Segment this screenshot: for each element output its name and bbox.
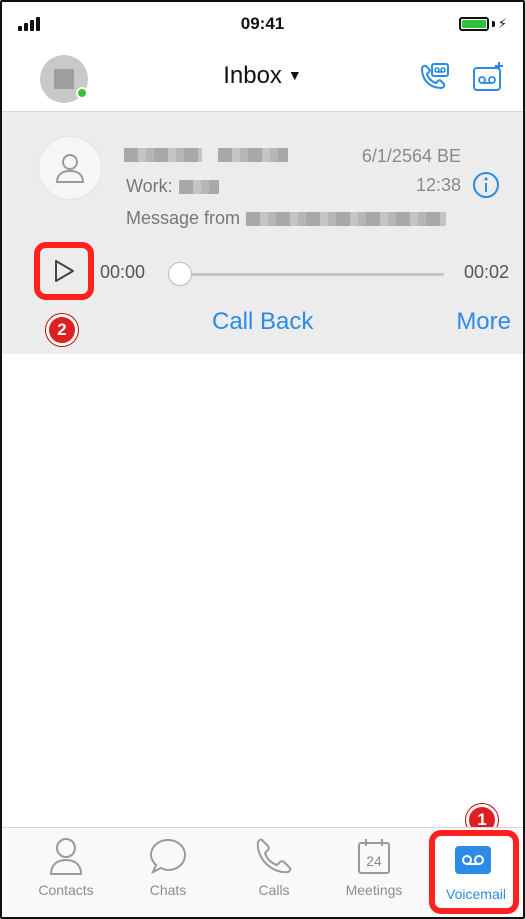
- tab-label-chats: Chats: [149, 882, 187, 898]
- tab-bar: Contacts Chats Calls 24 Meetings Voicema…: [2, 827, 523, 917]
- play-button[interactable]: [34, 242, 94, 300]
- work-number-redacted: [178, 179, 219, 194]
- phone-icon: [256, 838, 292, 874]
- playback-track[interactable]: [180, 273, 444, 276]
- tab-voicemail[interactable]: Voicemail: [429, 830, 519, 914]
- tab-contacts[interactable]: Contacts: [16, 836, 116, 898]
- tab-label-calls: Calls: [258, 882, 290, 898]
- voicemail-time: 12:38: [415, 175, 461, 195]
- status-time: 09:41: [240, 14, 285, 33]
- work-label: Work:: [126, 176, 173, 196]
- battery-icon: ⚡: [447, 16, 507, 32]
- voicemail-item[interactable]: Work: Message from 6/1/2564 BE 12:38 00:…: [2, 112, 523, 354]
- call-back-button[interactable]: Call Back: [212, 308, 313, 336]
- contact-name-redacted: [124, 146, 289, 164]
- tab-label-meetings: Meetings: [345, 882, 403, 898]
- tab-label-contacts: Contacts: [38, 882, 94, 898]
- work-number-row: Work:: [126, 176, 219, 197]
- contacts-icon: [49, 838, 83, 875]
- phone-screen: 09:41 ⚡ Inbox ▼ Work: Message from 6/1/2…: [0, 0, 525, 919]
- tab-label-voicemail: Voicemail: [446, 886, 506, 902]
- status-bar: 09:41 ⚡: [2, 2, 523, 46]
- calendar-icon: 24: [358, 839, 390, 874]
- message-sender-redacted: [246, 211, 447, 226]
- tab-calls[interactable]: Calls: [224, 836, 324, 898]
- contact-avatar: [38, 136, 102, 200]
- caret-down-icon: ▼: [287, 67, 302, 83]
- voicemail-timestamp: 6/1/2564 BE 12:38: [362, 142, 461, 200]
- more-button[interactable]: More: [456, 308, 511, 336]
- signal-icon: [18, 17, 78, 31]
- message-from-label: Message from: [126, 208, 241, 228]
- playback-scrubber[interactable]: [168, 262, 192, 286]
- page-title: Inbox: [223, 62, 282, 89]
- voicemail-icon: [455, 846, 491, 874]
- app-header: Inbox ▼: [2, 46, 523, 112]
- tab-chats[interactable]: Chats: [118, 836, 218, 898]
- playback-current-time: 00:00: [100, 262, 146, 282]
- chats-icon: [149, 838, 187, 875]
- new-voicemail-icon[interactable]: [470, 60, 506, 96]
- voicemail-date: 6/1/2564 BE: [361, 146, 461, 166]
- tab-meetings[interactable]: 24 Meetings: [324, 836, 424, 898]
- step-marker-2: 2: [46, 314, 78, 346]
- message-from-row: Message from: [126, 208, 447, 229]
- call-voicemail-icon[interactable]: [416, 60, 452, 96]
- info-icon[interactable]: [471, 170, 501, 200]
- calendar-day: 24: [366, 853, 382, 869]
- person-icon: [55, 154, 85, 183]
- playback-duration: 00:02: [463, 262, 509, 282]
- play-icon: [55, 260, 74, 282]
